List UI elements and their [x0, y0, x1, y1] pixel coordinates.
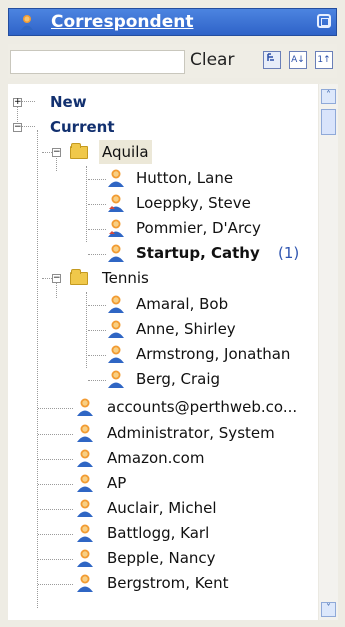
- contact-row[interactable]: AP: [8, 471, 308, 495]
- person-icon: [108, 295, 124, 313]
- scroll-down-icon[interactable]: ˅: [321, 602, 336, 617]
- vertical-scrollbar[interactable]: ˄ ˅: [318, 84, 338, 620]
- person-icon: [108, 345, 124, 363]
- contact-name: Pommier, D'Arcy: [136, 219, 261, 237]
- person-icon: [77, 574, 93, 592]
- tree-line: [38, 434, 73, 435]
- person-icon: [77, 474, 93, 492]
- tree-line: [88, 330, 106, 331]
- folder-icon: [70, 269, 88, 285]
- contact-row[interactable]: Loeppky, Steve: [8, 191, 308, 215]
- tree-line: [38, 584, 73, 585]
- tree-line: [88, 179, 106, 180]
- group-label: Current: [50, 118, 115, 136]
- contact-name: Anne, Shirley: [136, 320, 236, 338]
- tree-line: [88, 380, 106, 381]
- unread-count-badge: (1): [278, 244, 300, 262]
- person-icon: [21, 15, 33, 30]
- tree-line: [38, 459, 73, 460]
- window-menu-button[interactable]: [317, 14, 331, 28]
- tree-view-button[interactable]: [263, 51, 281, 69]
- person-icon: [108, 244, 124, 262]
- contact-row[interactable]: Auclair, Michel: [8, 496, 308, 520]
- person-with-badge-icon: [108, 219, 124, 237]
- person-icon: [77, 424, 93, 442]
- contact-name: Berg, Craig: [136, 370, 221, 388]
- contact-row[interactable]: Amaral, Bob: [8, 292, 308, 316]
- title-bar: Correspondent: [8, 8, 337, 36]
- tree-line: [88, 229, 106, 230]
- person-icon: [77, 398, 93, 416]
- folder-icon: [70, 143, 88, 159]
- alphabetical-sort-button[interactable]: A↓: [289, 51, 307, 69]
- tree-group-new[interactable]: + New: [8, 90, 308, 114]
- contact-row[interactable]: Battlogg, Karl: [8, 521, 308, 545]
- contact-name: Bepple, Nancy: [107, 549, 216, 567]
- tree-line: [38, 484, 73, 485]
- person-icon: [77, 499, 93, 517]
- collapse-icon[interactable]: −: [52, 148, 61, 157]
- person-with-badge-icon: [108, 194, 124, 212]
- tree-line: [38, 559, 73, 560]
- contact-row[interactable]: Bepple, Nancy: [8, 546, 308, 570]
- contact-name: Amaral, Bob: [136, 295, 229, 313]
- contact-row[interactable]: accounts@perthweb.co...: [8, 395, 308, 419]
- correspondent-tree: + New − Current − Aquila Hutton, Lane Lo…: [8, 84, 318, 620]
- tree-line: [38, 509, 73, 510]
- folder-label: Tennis: [102, 269, 149, 287]
- folder-tennis[interactable]: − Tennis: [8, 266, 308, 290]
- correspondent-window: Correspondent Clear A↓ 1↑ + New − Curren…: [0, 0, 345, 627]
- person-icon: [77, 524, 93, 542]
- expand-icon[interactable]: +: [13, 98, 22, 107]
- contact-name: Battlogg, Karl: [107, 524, 210, 542]
- tree-line: [88, 254, 106, 255]
- contact-row[interactable]: Armstrong, Jonathan: [8, 342, 308, 366]
- person-icon: [108, 370, 124, 388]
- contact-name: Amazon.com: [107, 449, 205, 467]
- contact-row[interactable]: Administrator, System: [8, 421, 308, 445]
- tree-line: [38, 408, 73, 409]
- contact-name: Loeppky, Steve: [136, 194, 251, 212]
- folder-aquila[interactable]: − Aquila: [8, 140, 308, 164]
- search-input[interactable]: [10, 50, 185, 74]
- scroll-up-icon[interactable]: ˄: [321, 89, 336, 104]
- contact-name: accounts@perthweb.co...: [107, 398, 298, 416]
- tree-line: [88, 305, 106, 306]
- contact-row[interactable]: Hutton, Lane: [8, 166, 308, 190]
- contact-row[interactable]: Startup, Cathy (1): [8, 241, 308, 265]
- tree-line: [88, 355, 106, 356]
- contact-name: Bergstrom, Kent: [107, 574, 229, 592]
- contact-name: Auclair, Michel: [107, 499, 217, 517]
- folder-label: Aquila: [99, 140, 152, 164]
- scroll-thumb[interactable]: [321, 109, 336, 135]
- tree-view-icon: [267, 53, 274, 61]
- tree-line: [88, 204, 106, 205]
- contact-row[interactable]: Berg, Craig: [8, 367, 308, 391]
- tree-line: [38, 534, 73, 535]
- contact-row[interactable]: Anne, Shirley: [8, 317, 308, 341]
- tree-group-current[interactable]: − Current: [8, 115, 308, 139]
- contact-name: Armstrong, Jonathan: [136, 345, 291, 363]
- contact-name: Hutton, Lane: [136, 169, 234, 187]
- group-label: New: [50, 93, 87, 111]
- person-icon: [77, 549, 93, 567]
- contact-name: Administrator, System: [107, 424, 275, 442]
- contact-name: Startup, Cathy: [136, 244, 260, 262]
- contact-row[interactable]: Bergstrom, Kent: [8, 571, 308, 595]
- person-icon: [77, 449, 93, 467]
- person-icon: [108, 169, 124, 187]
- window-title: Correspondent: [51, 12, 194, 32]
- clear-button[interactable]: Clear: [190, 50, 234, 70]
- number-sort-button[interactable]: 1↑: [315, 51, 333, 69]
- contact-name: AP: [107, 474, 127, 492]
- contact-row[interactable]: Pommier, D'Arcy: [8, 216, 308, 240]
- contact-row[interactable]: Amazon.com: [8, 446, 308, 470]
- toolbar: Clear A↓ 1↑: [8, 44, 337, 78]
- person-icon: [108, 320, 124, 338]
- collapse-icon[interactable]: −: [13, 123, 22, 132]
- collapse-icon[interactable]: −: [52, 274, 61, 283]
